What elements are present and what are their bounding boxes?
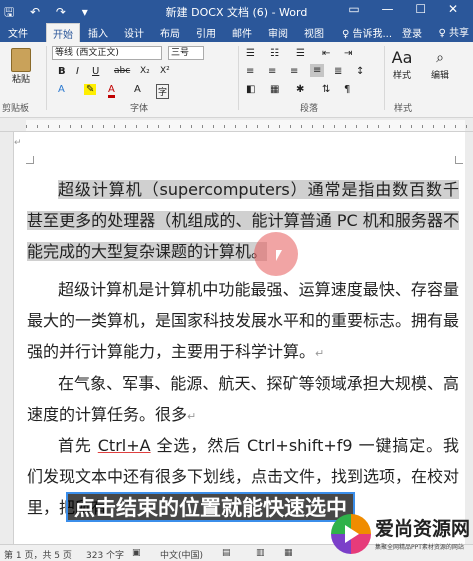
bullets-icon[interactable]: ☰	[246, 48, 255, 59]
show-marks-icon[interactable]: ¶	[344, 84, 350, 95]
shortcut-text: Ctrl+A	[97, 436, 151, 455]
language-status[interactable]: 中文(中国)	[160, 548, 203, 561]
shading-icon[interactable]: ◧	[246, 84, 255, 95]
bold-button[interactable]: B	[58, 66, 66, 77]
distributed-icon[interactable]: ≣	[334, 66, 342, 77]
watermark-subtitle: 集聚全网精品PPT素材资源的网站	[375, 544, 464, 551]
align-center-icon[interactable]: ≡	[268, 66, 276, 77]
paragraph-mark: ↵	[14, 138, 22, 148]
styles-icon: Aa	[391, 48, 413, 67]
line-spacing-icon[interactable]: ↕	[356, 66, 364, 77]
tab-file[interactable]: 文件	[8, 25, 28, 40]
tab-review[interactable]: 审阅	[268, 25, 288, 40]
paragraph-1[interactable]: 超级计算机（supercomputers）通常是指由数百数千甚至更多的处理器（机…	[27, 174, 459, 267]
enclose-char-icon[interactable]: 字	[156, 84, 170, 99]
tab-references[interactable]: 引用	[196, 25, 216, 40]
font-name-select[interactable]: 等线 (西文正文)	[52, 46, 162, 60]
tab-layout[interactable]: 布局	[160, 25, 180, 40]
watermark-title: 爱尚资源网	[375, 518, 471, 540]
increase-indent-icon[interactable]: ⇥	[344, 48, 352, 59]
vertical-scrollbar[interactable]	[465, 132, 473, 544]
divider	[46, 46, 47, 110]
proofing-icon[interactable]: ▣	[132, 548, 141, 558]
numbering-icon[interactable]: ☷	[270, 48, 279, 59]
clipboard-group-label: 剪贴板	[2, 104, 30, 114]
print-layout-icon[interactable]: ▦	[284, 548, 293, 558]
selected-text: 超级计算机（supercomputers）通常是指由数百数千甚至更多的处理器（机…	[27, 180, 459, 261]
tell-me-search[interactable]: ♀ 告诉我...	[342, 25, 392, 40]
paragraph-2[interactable]: 超级计算机是计算机中功能最强、运算速度最快、存容量最大的一类算机，是国家科技发展…	[27, 274, 459, 369]
tab-home[interactable]: 开始	[46, 23, 80, 42]
title-bar: 🖫 ↶ ↷ ▾ 新建 DOCX 文档 (6) - Word ▭ — ☐ ✕	[0, 0, 473, 22]
font-group-label: 字体	[130, 104, 149, 114]
italic-button[interactable]: I	[76, 66, 79, 77]
vertical-ruler[interactable]	[0, 132, 14, 544]
magnifier-icon: ⌕	[436, 50, 444, 66]
play-logo-icon	[331, 514, 371, 554]
margin-corner-left	[26, 156, 34, 164]
paste-label: 粘贴	[11, 75, 30, 85]
paragraph-group-label: 段落	[300, 104, 319, 114]
tab-mailings[interactable]: 邮件	[232, 25, 252, 40]
styles-button[interactable]: Aa 样式	[388, 48, 416, 81]
margin-corner-right	[455, 156, 463, 164]
superscript-button[interactable]: X²	[160, 66, 170, 76]
click-indicator	[254, 232, 298, 276]
paragraph-mark: ↵	[315, 347, 325, 360]
paragraph-3-text: 在气象、军事、能源、航天、探矿等领域承担大规模、高速度的计算任务。很多	[27, 374, 459, 424]
underline-button[interactable]: U	[92, 66, 99, 77]
window-controls[interactable]: ▭ — ☐ ✕	[348, 2, 467, 16]
sort-icon[interactable]: ⇅	[322, 84, 330, 95]
align-left-icon[interactable]: ≡	[246, 66, 254, 77]
char-shading-icon[interactable]: A	[134, 84, 141, 95]
ribbon-tabs: 文件 开始 插入 设计 布局 引用 邮件 审阅 视图 ♀ 告诉我... 登录 ♀…	[0, 22, 473, 42]
ribbon-home: 粘贴 剪贴板 等线 (西文正文) 三号 B I U abc X₂ X² A ✎ …	[0, 42, 473, 118]
video-caption: 点击结束的位置就能快速选中	[66, 492, 355, 522]
site-watermark: 爱尚资源网 集聚全网精品PPT素材资源的网站	[331, 510, 471, 558]
paste-button[interactable]: 粘贴	[4, 48, 38, 88]
word-count[interactable]: 323 个字	[86, 548, 124, 561]
paragraph-mark: ↵	[187, 410, 197, 423]
highlight-icon[interactable]: ✎	[84, 84, 97, 95]
divider	[384, 46, 385, 110]
subscript-button[interactable]: X₂	[140, 66, 150, 76]
text-effects-icon[interactable]: A	[58, 84, 65, 95]
read-mode-icon[interactable]: ▥	[256, 548, 265, 558]
decrease-indent-icon[interactable]: ⇤	[322, 48, 330, 59]
editing-label: 编辑	[430, 71, 449, 81]
document-page[interactable]: ↵ 超级计算机（supercomputers）通常是指由数百数千甚至更多的处理器…	[14, 132, 473, 544]
tab-view[interactable]: 视图	[304, 25, 324, 40]
divider	[238, 46, 239, 110]
styles-label: 样式	[392, 71, 411, 81]
macro-icon[interactable]: ▤	[222, 548, 231, 558]
styles-group-label: 样式	[394, 104, 413, 114]
font-color-icon[interactable]: A	[108, 84, 115, 98]
mouse-pointer-icon	[276, 250, 282, 261]
align-right-icon[interactable]: ≡	[290, 66, 298, 77]
justify-icon[interactable]: ≡	[310, 64, 325, 77]
multilevel-list-icon[interactable]: ☰	[296, 48, 305, 59]
font-size-select[interactable]: 三号	[168, 46, 204, 60]
login-button[interactable]: 登录	[402, 25, 422, 40]
tab-design[interactable]: 设计	[124, 25, 144, 40]
strikethrough-button[interactable]: abc	[114, 66, 130, 76]
clipboard-icon	[11, 48, 31, 72]
paragraph-4-text-start: 首先	[58, 436, 98, 455]
share-button[interactable]: ♀ 共享	[438, 24, 469, 39]
editing-button[interactable]: ⌕ 编辑	[424, 48, 456, 81]
ruler-ticks	[26, 125, 469, 128]
page-count[interactable]: 第 1 页，共 5 页	[4, 548, 72, 561]
horizontal-ruler[interactable]	[0, 118, 473, 132]
borders-icon[interactable]: ▦	[270, 84, 279, 95]
chinese-layout-icon[interactable]: ✱	[296, 84, 304, 95]
paragraph-2-text: 超级计算机是计算机中功能最强、运算速度最快、存容量最大的一类算机，是国家科技发展…	[27, 280, 460, 361]
paragraph-3[interactable]: 在气象、军事、能源、航天、探矿等领域承担大规模、高速度的计算任务。很多↵	[27, 368, 459, 432]
tab-insert[interactable]: 插入	[88, 25, 108, 40]
